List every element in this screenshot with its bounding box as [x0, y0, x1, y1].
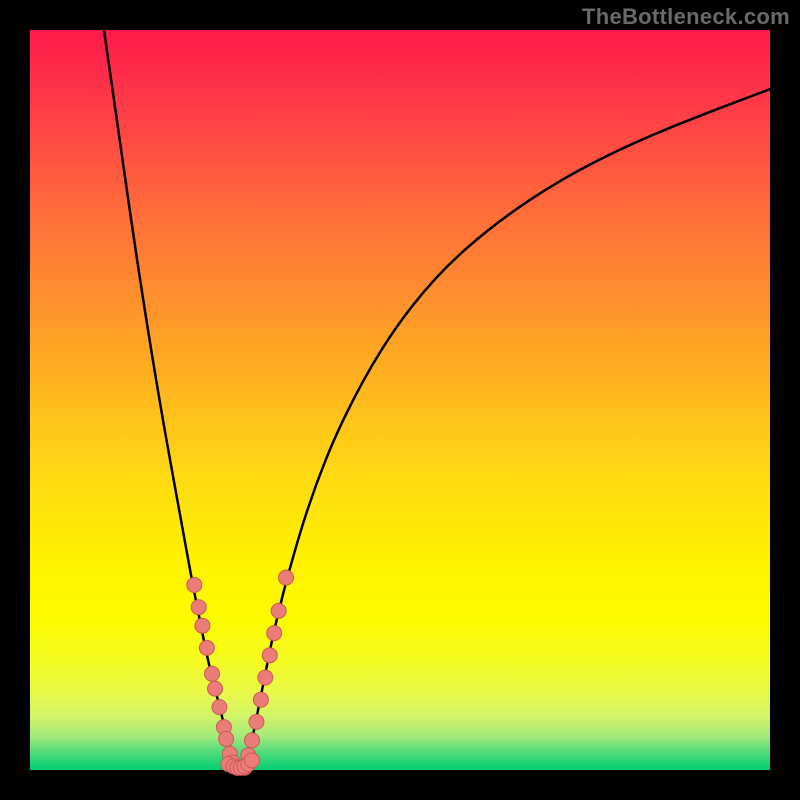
marker-dot: [253, 692, 268, 707]
curve-layer: [30, 30, 770, 770]
marker-dot: [208, 681, 223, 696]
chart-frame: TheBottleneck.com: [0, 0, 800, 800]
marker-dot: [219, 731, 234, 746]
marker-dot: [191, 600, 206, 615]
marker-dot: [245, 753, 260, 768]
marker-dot: [271, 603, 286, 618]
marker-dot: [245, 733, 260, 748]
marker-dot: [187, 578, 202, 593]
marker-dot: [249, 714, 264, 729]
marker-dot: [199, 640, 214, 655]
plot-area: [30, 30, 770, 770]
watermark-text: TheBottleneck.com: [582, 4, 790, 30]
curve-paths: [104, 30, 770, 770]
marker-dot: [212, 700, 227, 715]
marker-dot: [279, 570, 294, 585]
marker-dot: [262, 648, 277, 663]
scatter-markers: [187, 570, 294, 775]
marker-dot: [205, 666, 220, 681]
marker-dot: [258, 670, 273, 685]
curve-left-arm: [104, 30, 237, 770]
marker-dot: [267, 626, 282, 641]
curve-right-arm: [245, 89, 770, 770]
marker-dot: [195, 618, 210, 633]
